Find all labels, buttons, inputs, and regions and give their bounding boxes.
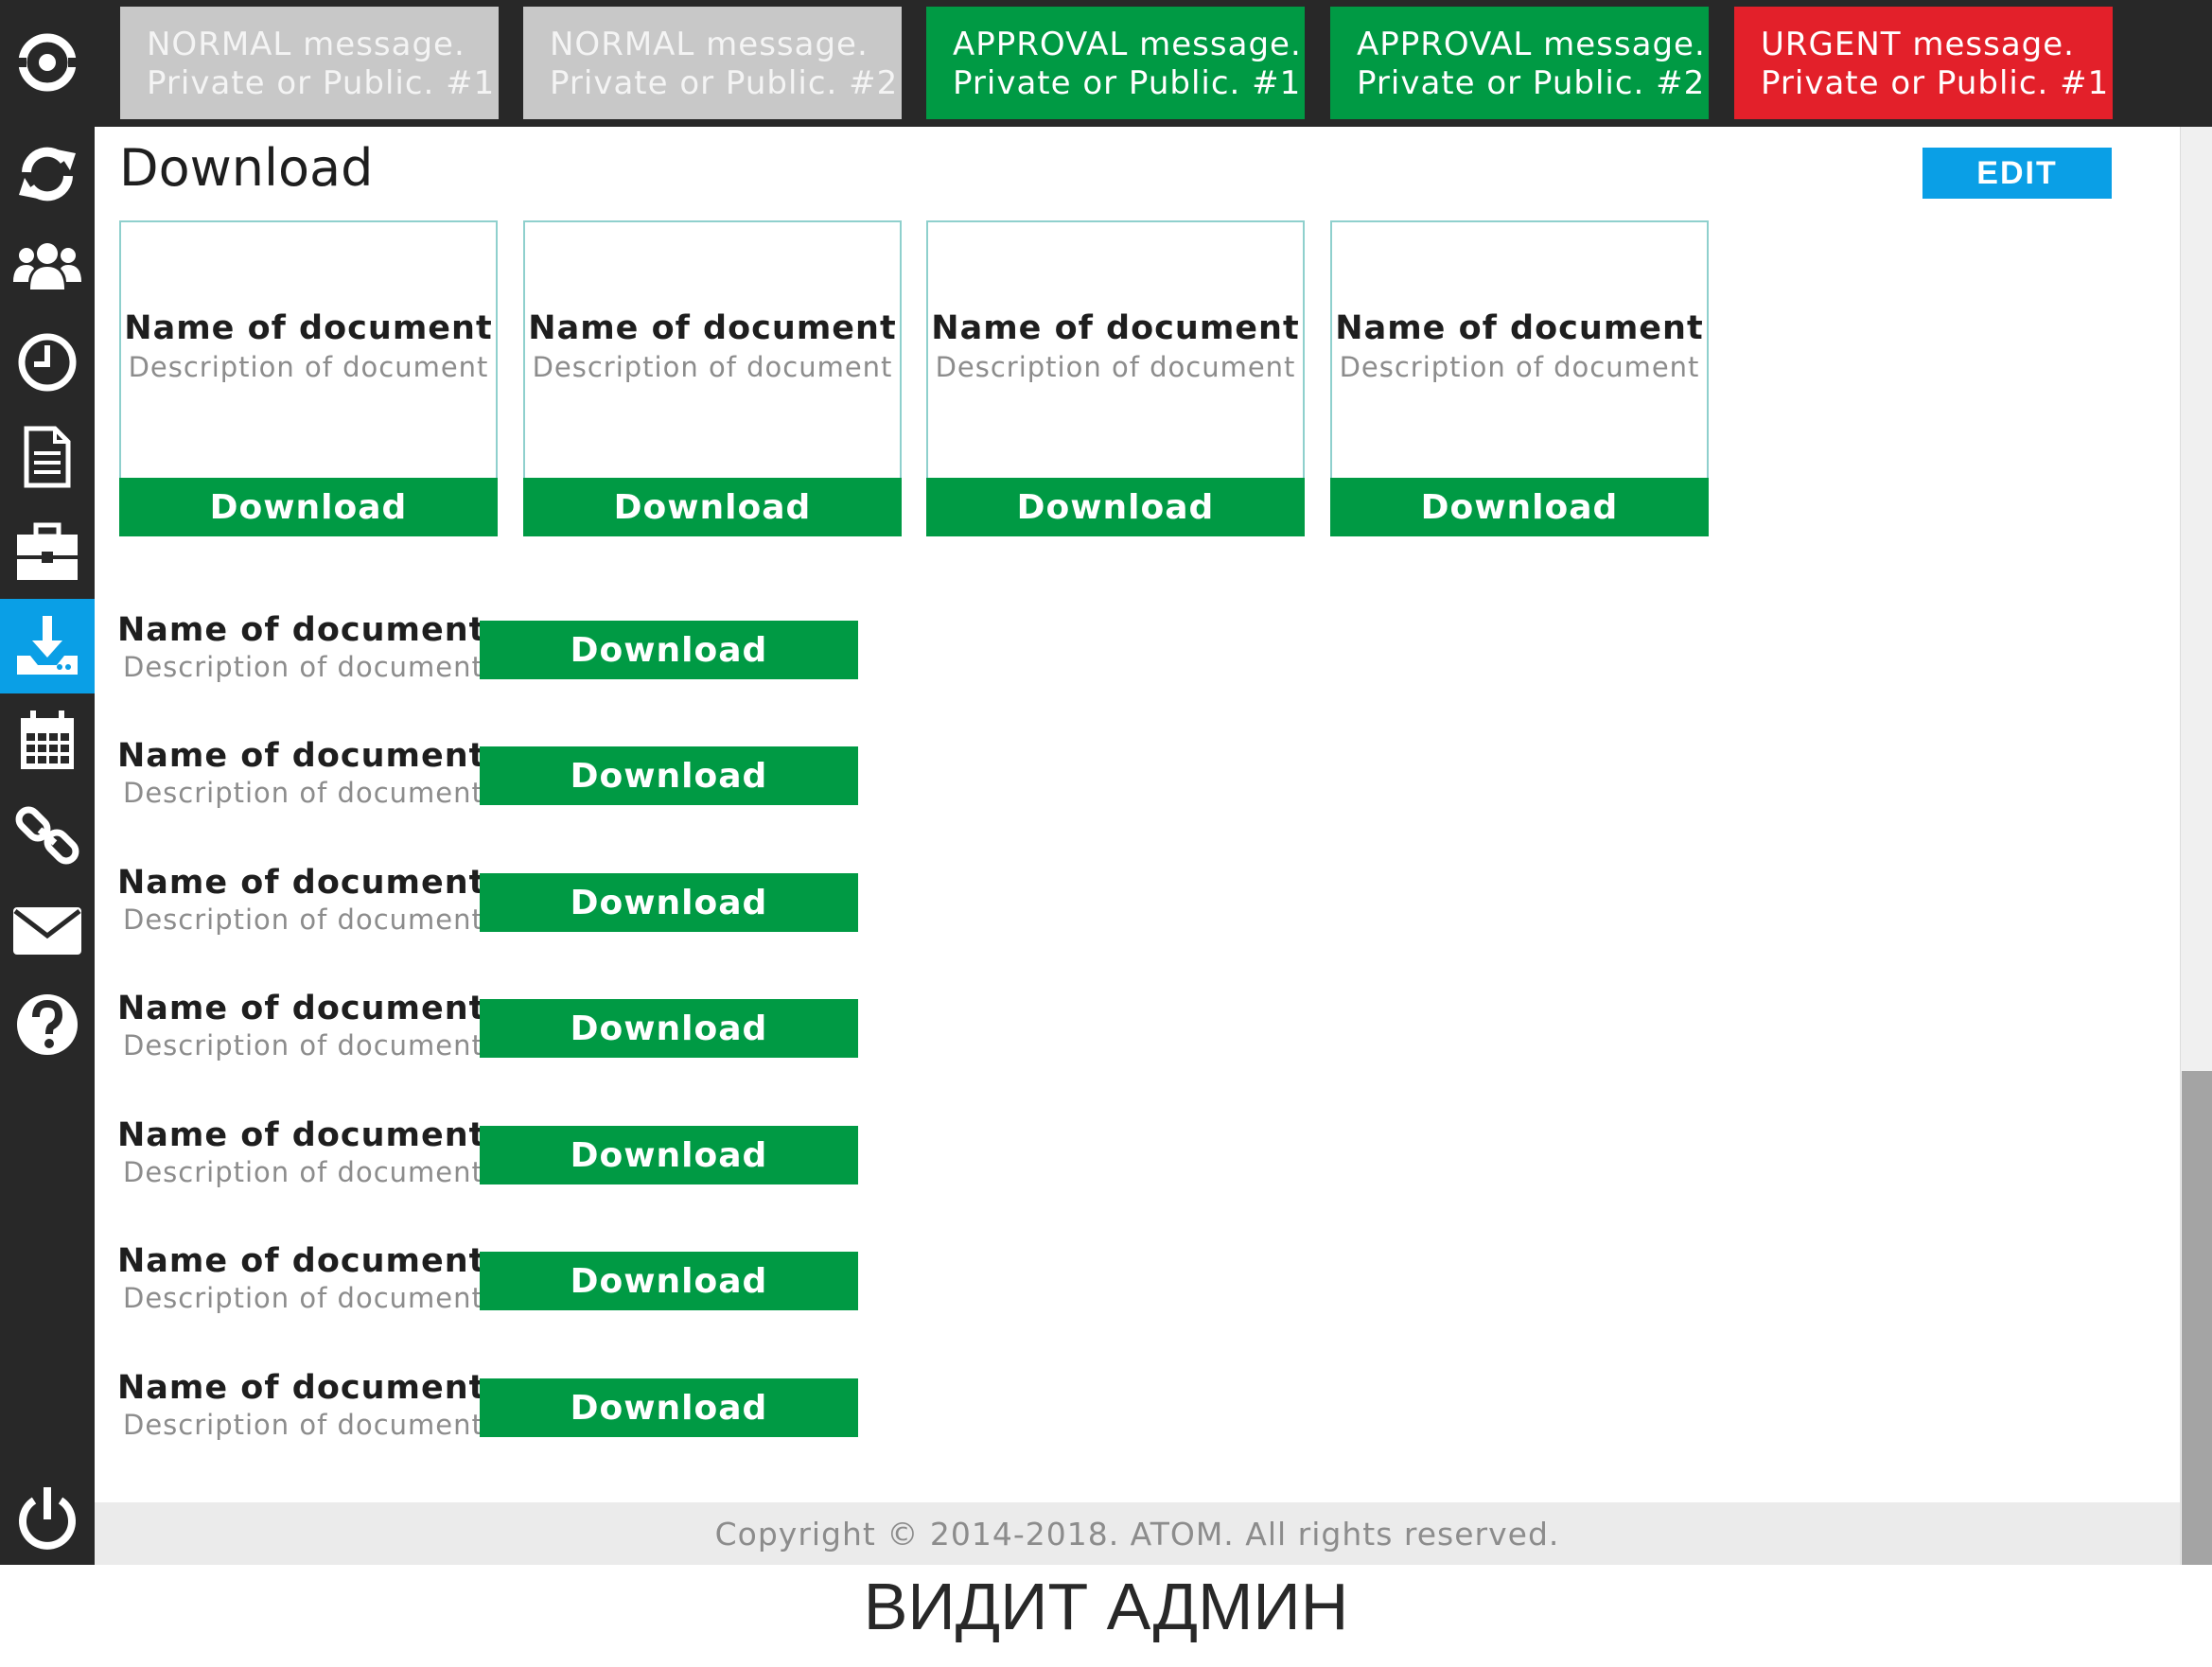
document-description: Description of document (123, 904, 483, 936)
document-card: Name of document Description of document… (926, 220, 1305, 536)
document-name: Name of document (117, 1369, 486, 1407)
document-name: Name of document (117, 1242, 486, 1280)
document-description: Description of document (532, 351, 893, 383)
link-icon[interactable] (0, 788, 95, 883)
document-description: Description of document (128, 351, 489, 383)
power-icon[interactable] (0, 1470, 95, 1565)
scrollbar-thumb[interactable] (2182, 1071, 2212, 1565)
download-button[interactable]: Download (480, 1126, 858, 1184)
document-row: Name of document Description of document… (117, 737, 874, 809)
help-icon[interactable] (0, 977, 95, 1072)
document-row: Name of document Description of document… (117, 1242, 874, 1314)
document-description: Description of document (935, 351, 1296, 383)
copyright-text: Copyright © 2014-2018. ATOM. All rights … (714, 1515, 1560, 1553)
message-title: URGENT message. (1761, 26, 2075, 63)
document-name: Name of document (117, 611, 486, 649)
download-button[interactable]: Download (1330, 478, 1709, 536)
footer: Copyright © 2014-2018. ATOM. All rights … (95, 1502, 2180, 1565)
document-row: Name of document Description of document… (117, 864, 874, 936)
edit-button[interactable]: EDIT (1922, 148, 2112, 199)
document-row: Name of document Description of document… (117, 611, 874, 683)
users-icon[interactable] (0, 219, 95, 314)
document-name: Name of document (124, 309, 493, 347)
download-button[interactable]: Download (480, 621, 858, 679)
document-name: Name of document (117, 1116, 486, 1154)
document-description: Description of document (123, 1029, 483, 1062)
download-icon[interactable] (0, 599, 95, 693)
document-row: Name of document Description of document… (117, 1369, 874, 1441)
document-name: Name of document (931, 309, 1300, 347)
document-card: Name of document Description of document… (523, 220, 902, 536)
document-name: Name of document (117, 737, 486, 775)
message-subtitle: Private or Public. #1 (1761, 64, 2110, 102)
logo-icon[interactable] (0, 15, 95, 110)
message-title: NORMAL message. (550, 26, 869, 63)
document-card: Name of document Description of document… (119, 220, 498, 536)
message-title: APPROVAL message. (953, 26, 1302, 63)
message-title: NORMAL message. (147, 26, 465, 63)
document-description: Description of document (1339, 351, 1700, 383)
document-card: Name of document Description of document… (1330, 220, 1709, 536)
page-title: Download (119, 138, 374, 198)
download-button[interactable]: Download (523, 478, 902, 536)
document-name: Name of document (117, 990, 486, 1027)
download-button[interactable]: Download (480, 1252, 858, 1310)
document-name: Name of document (117, 864, 486, 902)
document-row: Name of document Description of document… (117, 1116, 874, 1188)
message-normal-2[interactable]: NORMAL message. Private or Public. #2 (523, 7, 902, 119)
message-normal-1[interactable]: NORMAL message. Private or Public. #1 (120, 7, 499, 119)
mail-icon[interactable] (0, 883, 95, 977)
briefcase-icon[interactable] (0, 504, 95, 599)
document-description: Description of document (123, 1156, 483, 1188)
document-name: Name of document (1335, 309, 1704, 347)
download-button[interactable]: Download (480, 999, 858, 1058)
refresh-icon[interactable] (0, 127, 95, 221)
message-subtitle: Private or Public. #2 (1357, 64, 1706, 102)
message-subtitle: Private or Public. #2 (550, 64, 899, 102)
document-name: Name of document (528, 309, 897, 347)
caption-label: ВИДИТ АДМИН (863, 1570, 1349, 1643)
clock-icon[interactable] (0, 315, 95, 410)
document-icon[interactable] (0, 410, 95, 504)
download-button[interactable]: Download (926, 478, 1305, 536)
download-button[interactable]: Download (480, 873, 858, 932)
message-approval-2[interactable]: APPROVAL message. Private or Public. #2 (1330, 7, 1709, 119)
document-description: Description of document (123, 1282, 483, 1314)
document-description: Description of document (123, 777, 483, 809)
document-description: Description of document (123, 651, 483, 683)
sidebar (0, 0, 95, 1565)
message-urgent-1[interactable]: URGENT message. Private or Public. #1 (1734, 7, 2113, 119)
calendar-icon[interactable] (0, 693, 95, 788)
document-description: Description of document (123, 1409, 483, 1441)
message-subtitle: Private or Public. #1 (147, 64, 496, 102)
message-subtitle: Private or Public. #1 (953, 64, 1302, 102)
download-button[interactable]: Download (480, 746, 858, 805)
download-button[interactable]: Download (480, 1378, 858, 1437)
message-approval-1[interactable]: APPROVAL message. Private or Public. #1 (926, 7, 1305, 119)
document-row: Name of document Description of document… (117, 990, 874, 1062)
message-title: APPROVAL message. (1357, 26, 1706, 63)
download-button[interactable]: Download (119, 478, 498, 536)
